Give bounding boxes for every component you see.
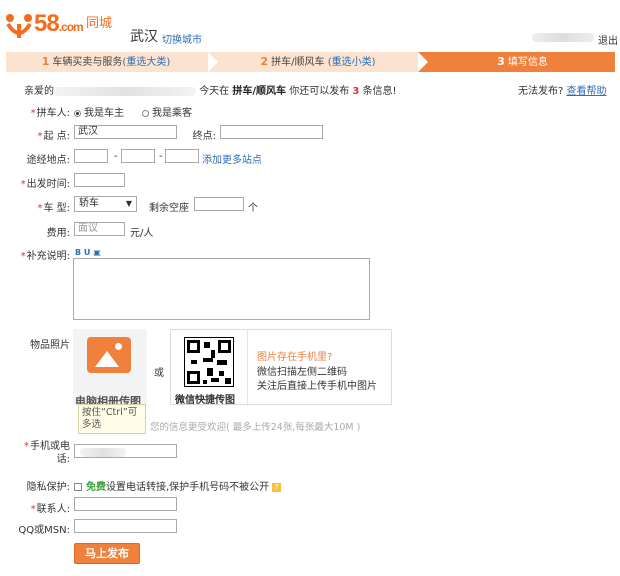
- publish-button[interactable]: 马上发布: [74, 543, 140, 564]
- picture-icon: [87, 337, 131, 373]
- cant-publish-help: 无法发布? 查看帮助: [518, 86, 607, 97]
- via-input-1[interactable]: [74, 149, 108, 163]
- fee-input[interactable]: 面议: [74, 222, 125, 236]
- radio-checked-icon: [74, 109, 81, 117]
- car-type-select[interactable]: 轿车 ▼: [74, 196, 137, 212]
- step-2: 2 拼车/顺风车 (重选小类): [260, 55, 376, 68]
- logout-link[interactable]: 退出: [598, 32, 618, 47]
- view-help-link[interactable]: 查看帮助: [567, 86, 607, 97]
- via-input-2[interactable]: [121, 149, 155, 163]
- step-1: 1 车辆买卖与服务(重选大类): [41, 55, 171, 68]
- role-passenger-radio[interactable]: 我是乘客: [142, 104, 192, 119]
- qq-msn-label: QQ或MSN:: [18, 525, 70, 536]
- privacy-label: 隐私保护:: [26, 482, 70, 493]
- phone-label: *手机或电话:: [24, 441, 70, 465]
- upload-from-computer-button[interactable]: 电脑相册传图: [73, 329, 147, 408]
- editor-toolbar[interactable]: B U ▣: [75, 248, 101, 257]
- image-icon[interactable]: ▣: [93, 248, 101, 257]
- reselect-category-link[interactable]: (重选大类): [122, 57, 170, 68]
- via-label: 途经地点:: [26, 155, 70, 166]
- origin-label: *起 点:: [37, 131, 70, 142]
- departure-time-label: *出发时间:: [20, 179, 70, 190]
- photos-label: 物品照片: [30, 340, 70, 351]
- logo-subtitle: 同城: [86, 16, 113, 31]
- qr-code-icon: [184, 337, 234, 387]
- seats-label: 剩余空座: [149, 203, 189, 214]
- phone-input[interactable]: [74, 444, 177, 458]
- destination-label: 终点:: [192, 131, 216, 142]
- upload-hint: 您的信息更受欢迎( 最多上传24张,每张最大10M ): [150, 422, 361, 433]
- progress-steps: 1 车辆买卖与服务(重选大类) 2 拼车/顺风车 (重选小类) 3 填写信息: [6, 52, 615, 72]
- help-question-icon[interactable]: ?: [272, 482, 282, 492]
- dropdown-caret-icon: ▼: [125, 199, 132, 208]
- via-input-3[interactable]: [165, 149, 199, 163]
- destination-input[interactable]: [220, 125, 323, 139]
- notes-label: *补充说明:: [20, 251, 70, 262]
- qq-msn-input[interactable]: [74, 519, 177, 533]
- carpooler-label: *拼车人:: [30, 108, 70, 119]
- reselect-subcategory-link[interactable]: (重选小类): [328, 57, 376, 68]
- fee-label: 费用:: [46, 228, 70, 239]
- multiselect-tooltip: 按住“Ctrl”可多选: [78, 404, 146, 434]
- contact-label: *联系人:: [30, 504, 70, 515]
- notes-textarea[interactable]: [73, 258, 370, 320]
- logo-text: 58.com: [34, 10, 84, 37]
- role-owner-radio[interactable]: 我是车主: [74, 104, 124, 119]
- step-arrow: [208, 52, 218, 72]
- switch-city-link[interactable]: 切换城市: [162, 31, 202, 46]
- car-type-label: *车 型:: [37, 203, 70, 214]
- checkbox-icon: [74, 483, 82, 491]
- current-city: 武汉: [130, 29, 158, 45]
- publish-quota-notice: 亲爱的 今天在 拼车/顺风车 你还可以发布 3 条信息!: [24, 86, 397, 97]
- step-3-active: 3 填写信息: [430, 52, 615, 72]
- departure-time-input[interactable]: [74, 173, 125, 187]
- radio-unchecked-icon: [142, 109, 149, 117]
- add-more-stops-link[interactable]: 添加更多站点: [202, 151, 262, 166]
- contact-input[interactable]: [74, 497, 177, 511]
- logo-mascot-icon: [6, 14, 32, 38]
- seats-input[interactable]: [194, 197, 244, 211]
- wechat-upload-panel: 微信快捷传图 图片存在手机里? 微信扫描左侧二维码 关注后直接上传手机中图片: [170, 329, 392, 406]
- privacy-checkbox[interactable]: 免费设置电话转接,保护手机号码不被公开?: [74, 478, 282, 493]
- origin-input[interactable]: 武汉: [74, 125, 177, 139]
- username-blurred: [54, 86, 196, 96]
- step-arrow: [418, 52, 428, 72]
- site-logo[interactable]: 58.com 同城: [4, 8, 124, 44]
- username-blurred: [532, 33, 594, 42]
